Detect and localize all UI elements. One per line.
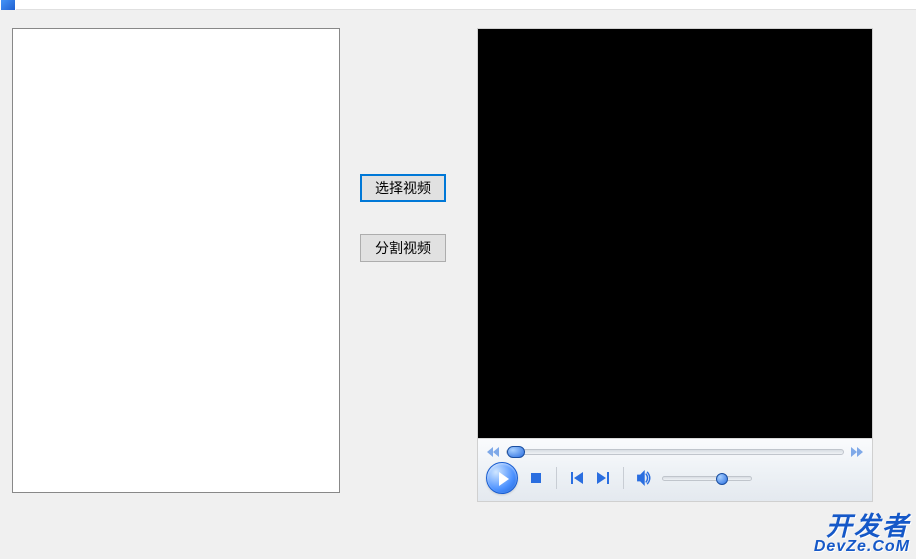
media-player — [477, 28, 873, 502]
player-controls — [478, 438, 872, 501]
video-display-area[interactable] — [478, 29, 872, 440]
stop-button[interactable] — [528, 470, 544, 486]
file-list-panel[interactable] — [12, 28, 340, 493]
select-video-button[interactable]: 选择视频 — [360, 174, 446, 202]
seek-slider[interactable] — [506, 449, 844, 455]
fast-forward-button[interactable] — [850, 447, 864, 457]
window-title-bar — [0, 0, 916, 10]
previous-button[interactable] — [569, 470, 585, 486]
seek-row — [486, 445, 864, 459]
seek-thumb[interactable] — [507, 446, 525, 458]
watermark-line2: DevZe.CoM — [814, 539, 910, 555]
play-button[interactable] — [486, 462, 518, 494]
rewind-button[interactable] — [486, 447, 500, 457]
volume-slider[interactable] — [662, 476, 752, 481]
separator — [556, 467, 557, 489]
next-button[interactable] — [595, 470, 611, 486]
separator — [623, 467, 624, 489]
watermark-line1: 开发者 — [814, 513, 910, 539]
split-video-button[interactable]: 分割视频 — [360, 234, 446, 262]
volume-thumb[interactable] — [716, 473, 728, 485]
transport-row — [486, 461, 864, 495]
volume-icon[interactable] — [636, 470, 652, 486]
watermark: 开发者 DevZe.CoM — [814, 513, 910, 555]
main-area: 选择视频 分割视频 — [0, 10, 916, 559]
